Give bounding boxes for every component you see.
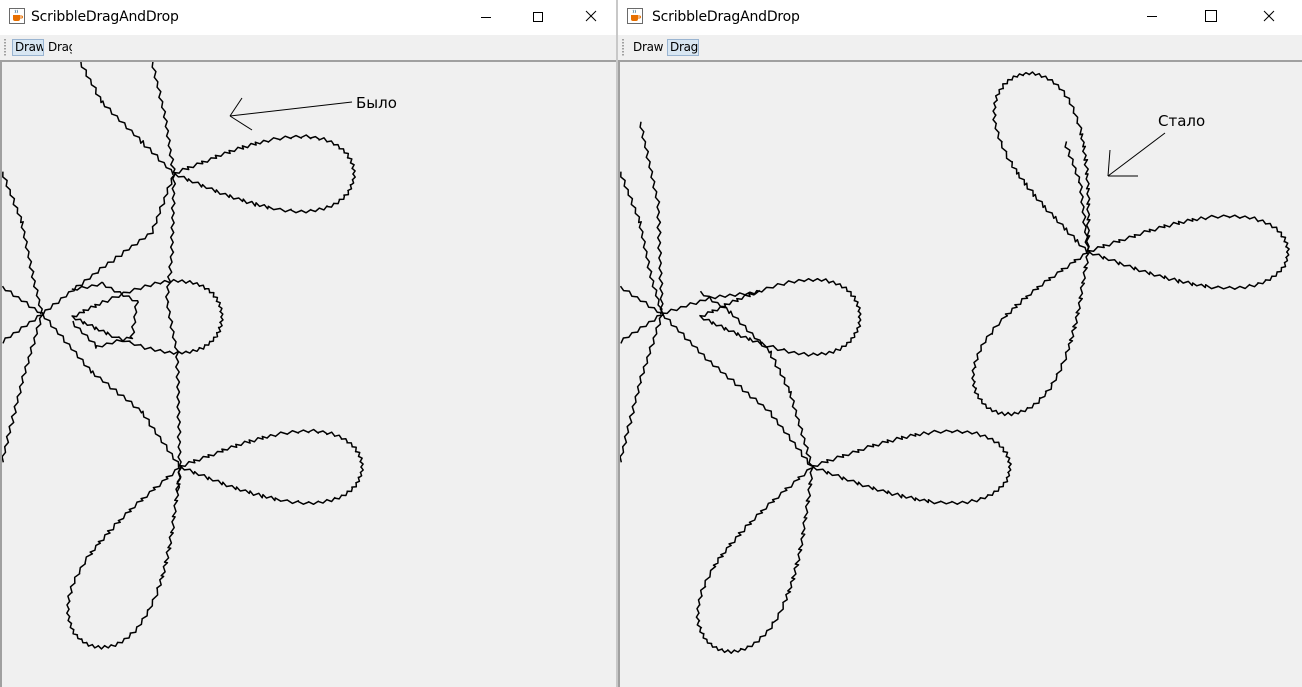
java-cup-icon xyxy=(9,8,25,24)
scribble-stroke xyxy=(661,289,761,315)
scribble-stroke xyxy=(992,71,1091,254)
close-button[interactable] xyxy=(568,0,614,35)
drawing-canvas[interactable]: Стало xyxy=(618,60,1302,687)
draw-button[interactable]: Draw xyxy=(631,39,665,56)
left-window: ScribbleDragAndDrop Draw Drag xyxy=(0,0,617,687)
java-cup-icon xyxy=(627,8,643,24)
right-scribble-strokes xyxy=(620,71,1290,654)
minimize-icon xyxy=(1147,16,1157,17)
maximize-button[interactable] xyxy=(1188,0,1234,35)
scribble-stroke xyxy=(1087,214,1290,290)
left-scribble-strokes xyxy=(2,62,364,650)
maximize-icon xyxy=(533,12,543,22)
right-window: ScribbleDragAndDrop Draw Drag Стало xyxy=(618,0,1302,687)
title-bar[interactable]: ScribbleDragAndDrop xyxy=(618,0,1302,35)
draw-button[interactable]: Draw xyxy=(12,39,44,56)
scribble-drawing xyxy=(2,62,364,650)
toolbar-grip[interactable] xyxy=(622,39,624,56)
scribble-stroke xyxy=(699,290,814,468)
arrow-annotation xyxy=(1107,132,1166,177)
title-bar[interactable]: ScribbleDragAndDrop xyxy=(0,0,617,35)
maximize-icon xyxy=(1205,10,1217,22)
minimize-button[interactable] xyxy=(1129,0,1175,35)
minimize-icon xyxy=(481,17,491,18)
scribble-drawing xyxy=(620,71,1290,654)
toolbar: Draw Drag xyxy=(0,35,617,61)
scribble-stroke xyxy=(699,277,862,357)
arrow-annotation xyxy=(229,97,353,131)
window-title: ScribbleDragAndDrop xyxy=(652,9,800,25)
drag-button[interactable]: Drag xyxy=(46,39,72,56)
annotation-before: Было xyxy=(356,94,397,112)
drag-button[interactable]: Drag xyxy=(667,39,699,56)
annotation-after: Стало xyxy=(1158,112,1206,130)
scribble-stroke xyxy=(811,429,1012,505)
scribble-stroke xyxy=(42,173,176,316)
toolbar: Draw Drag xyxy=(618,35,1302,61)
scribble-stroke xyxy=(620,313,664,463)
drawing-canvas[interactable]: Было xyxy=(0,60,617,687)
scribble-stroke xyxy=(2,171,43,315)
scribble-stroke xyxy=(151,62,176,175)
close-icon xyxy=(1263,10,1275,22)
maximize-button[interactable] xyxy=(514,0,560,35)
close-icon xyxy=(585,10,597,22)
scribble-stroke xyxy=(662,313,814,468)
minimize-button[interactable] xyxy=(463,0,509,35)
toolbar-grip[interactable] xyxy=(4,39,6,56)
scribble-stroke xyxy=(80,62,174,176)
scribble-stroke xyxy=(695,466,814,654)
scribble-stroke xyxy=(173,134,356,214)
scribble-stroke xyxy=(971,251,1091,417)
scribble-stroke xyxy=(66,466,183,650)
close-button[interactable] xyxy=(1246,0,1292,35)
scribble-stroke xyxy=(179,428,364,506)
scribble-stroke xyxy=(639,121,665,315)
window-title: ScribbleDragAndDrop xyxy=(31,9,179,25)
scribble-stroke xyxy=(165,173,182,468)
scribble-stroke xyxy=(2,313,44,463)
